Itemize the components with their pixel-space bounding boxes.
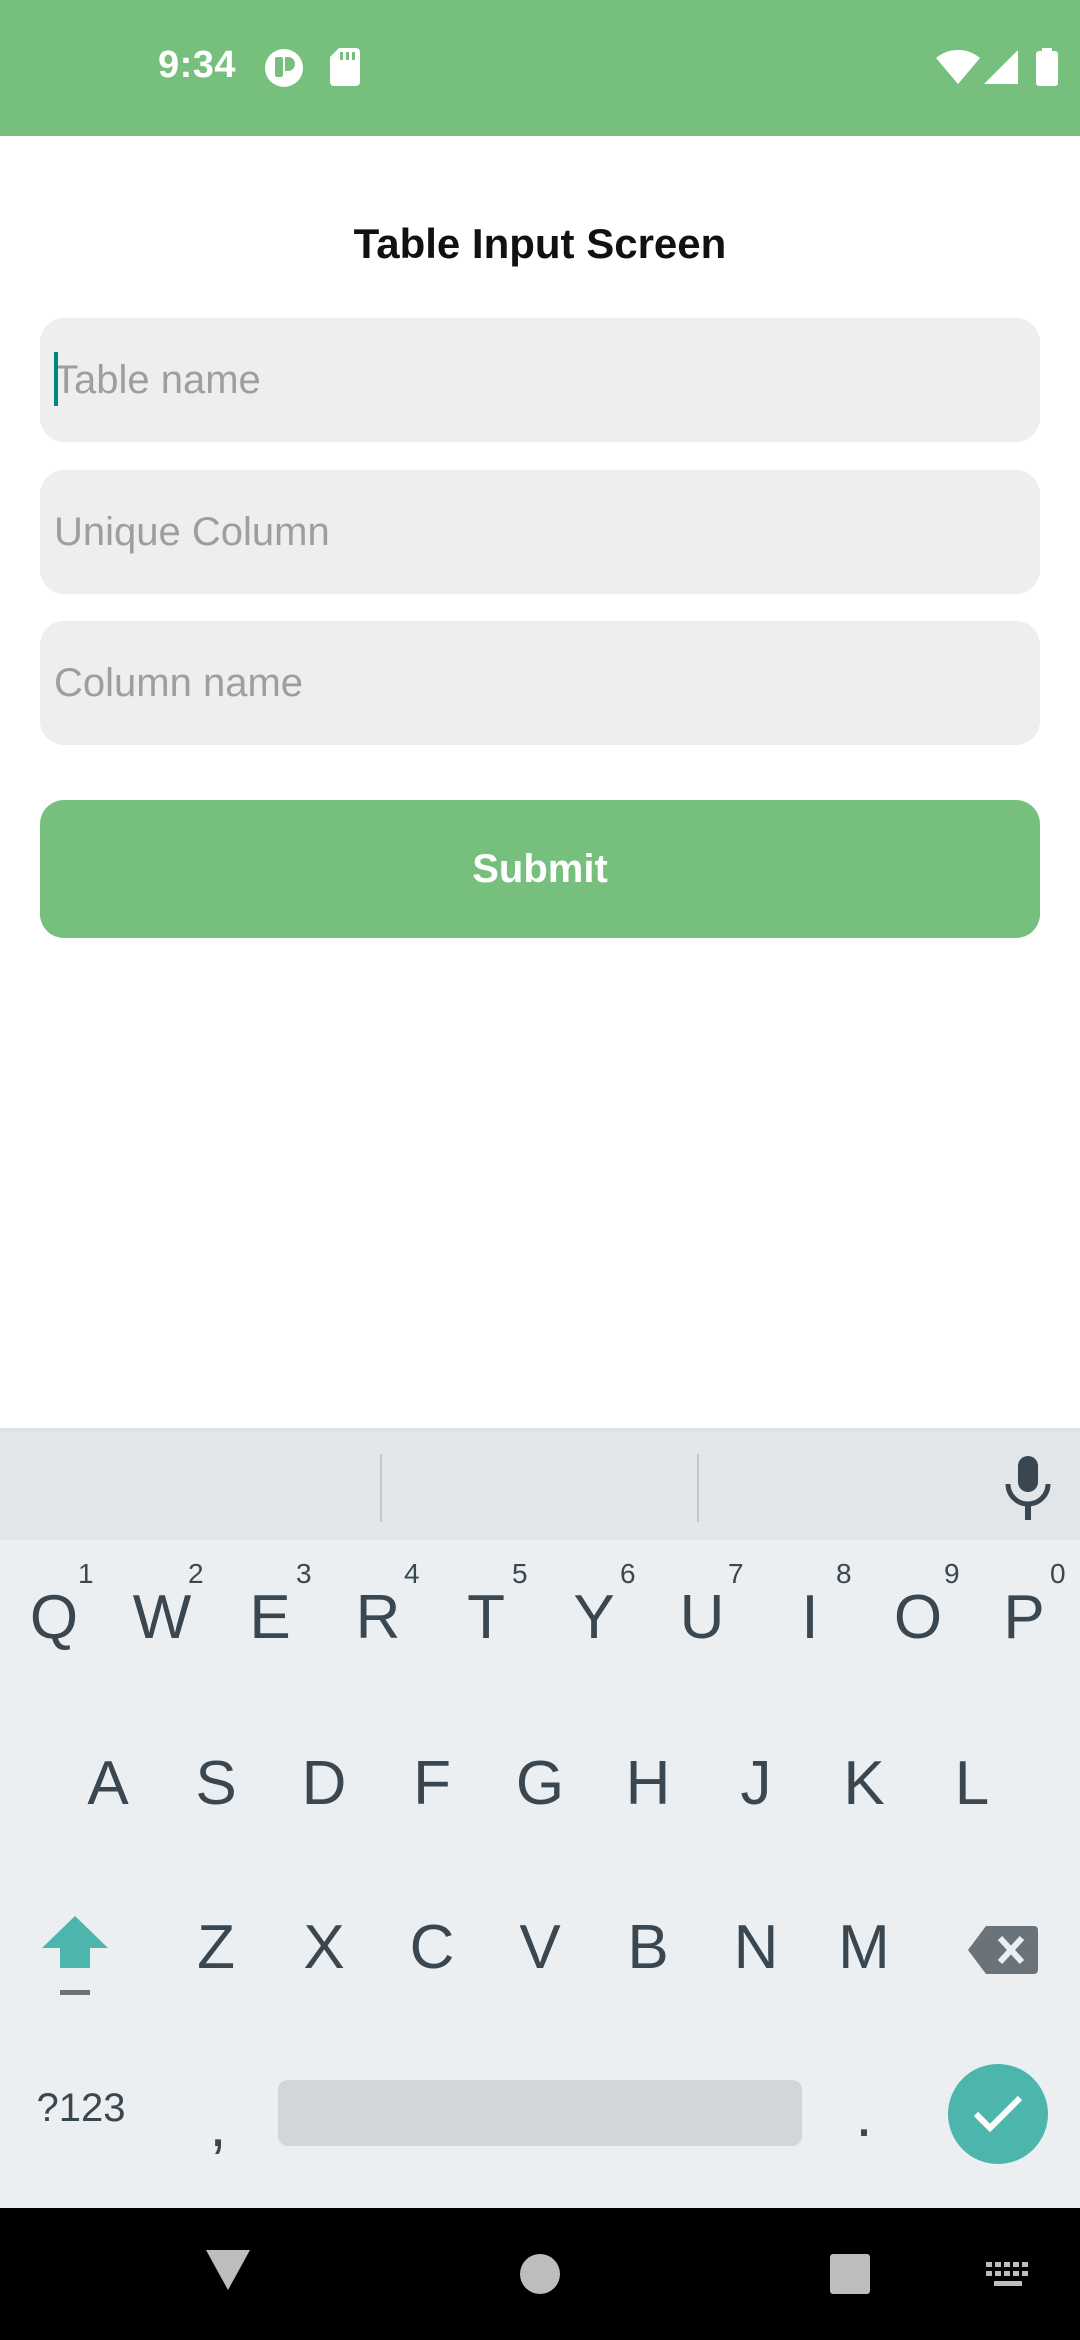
symbols-key[interactable]: ?123 (26, 2086, 136, 2131)
status-time: 9:34 (158, 44, 237, 86)
key-f[interactable]: F (392, 1748, 472, 1819)
key-d[interactable]: D (284, 1748, 364, 1819)
app-notification-icon (264, 48, 304, 88)
column-name-field-container (40, 621, 1040, 745)
table-name-field-container (40, 318, 1040, 442)
comma-key[interactable]: , (196, 2090, 240, 2161)
app-screen: 9:34 Table Input Screen Submit (0, 0, 1080, 2340)
key-l[interactable]: L (932, 1748, 1012, 1819)
recents-icon[interactable] (830, 2254, 870, 2299)
sd-card-icon (330, 48, 360, 86)
page-title: Table Input Screen (353, 220, 727, 267)
key-s[interactable]: S (176, 1748, 256, 1819)
key-g[interactable]: G (500, 1748, 580, 1819)
period-key[interactable]: . (842, 2080, 886, 2151)
key-y[interactable]: Y6 (554, 1558, 635, 1653)
key-m[interactable]: M (824, 1912, 904, 1983)
navigation-bar (0, 2208, 1080, 2340)
key-e[interactable]: E3 (230, 1558, 311, 1653)
checkmark-icon (973, 2095, 1023, 2133)
key-n[interactable]: N (716, 1912, 796, 1983)
key-k[interactable]: K (824, 1748, 904, 1819)
key-q[interactable]: Q1 (14, 1558, 94, 1653)
status-bar: 9:34 (0, 0, 1080, 136)
key-u[interactable]: U7 (662, 1558, 744, 1653)
unique-column-input[interactable] (40, 470, 1040, 594)
shift-key[interactable] (30, 1910, 120, 2020)
back-icon[interactable] (206, 2250, 250, 2295)
submit-button[interactable]: Submit (40, 800, 1040, 938)
shift-icon (42, 1916, 108, 1995)
key-v[interactable]: V (500, 1912, 580, 1983)
key-i[interactable]: I8 (770, 1558, 851, 1653)
suggestion-divider (697, 1454, 699, 1522)
key-j[interactable]: J (716, 1748, 796, 1819)
key-a[interactable]: A (68, 1748, 148, 1819)
unique-column-field-container (40, 470, 1040, 594)
key-x[interactable]: X (284, 1912, 364, 1983)
column-name-input[interactable] (40, 621, 1040, 745)
suggestion-divider (380, 1454, 382, 1522)
key-c[interactable]: C (392, 1912, 472, 1983)
spacebar[interactable] (278, 2080, 802, 2146)
backspace-icon (968, 1926, 1038, 1974)
keyboard-switch-icon[interactable] (986, 2262, 1030, 2295)
text-cursor (54, 352, 58, 406)
enter-key[interactable] (948, 2064, 1048, 2164)
key-h[interactable]: H (608, 1748, 688, 1819)
battery-icon (1036, 48, 1058, 86)
backspace-key[interactable] (966, 1920, 1040, 1980)
key-w[interactable]: W2 (122, 1558, 204, 1653)
wifi-icon (936, 50, 980, 84)
key-o[interactable]: O9 (878, 1558, 960, 1653)
microphone-icon[interactable] (998, 1452, 1058, 1524)
key-p[interactable]: P0 (984, 1558, 1065, 1653)
key-z[interactable]: Z (176, 1912, 256, 1983)
home-icon[interactable] (520, 2254, 560, 2299)
table-name-input[interactable] (40, 318, 1040, 442)
signal-icon (984, 50, 1018, 84)
key-b[interactable]: B (608, 1912, 688, 1983)
suggestion-bar (0, 1432, 1080, 1540)
key-r[interactable]: R4 (338, 1558, 420, 1653)
key-t[interactable]: T5 (446, 1558, 528, 1653)
